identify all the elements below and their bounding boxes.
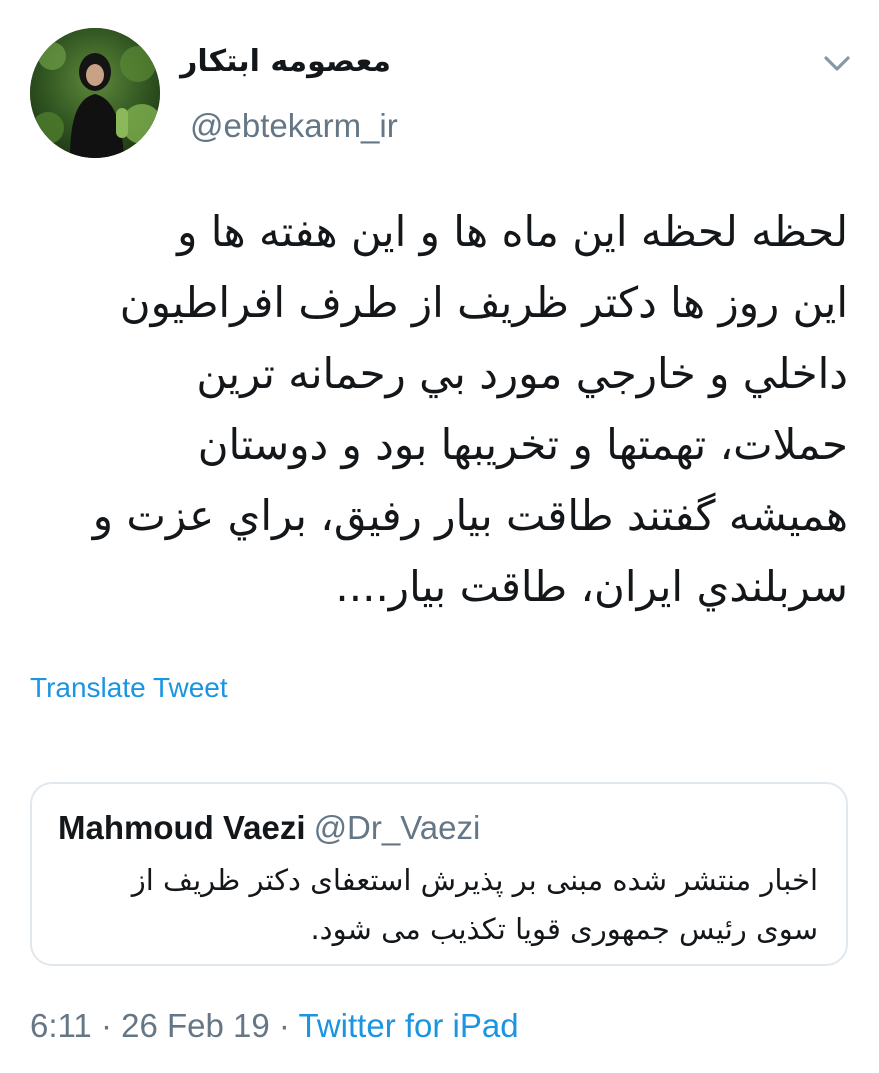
- quoted-tweet-card[interactable]: Mahmoud Vaezi @Dr_Vaezi اخبار منتشر شده م…: [30, 782, 848, 966]
- tweet-date[interactable]: 26 Feb 19: [121, 1007, 270, 1044]
- tweet-line: سربلندي ايران، طاقت بيار....: [335, 562, 848, 611]
- quoted-author-name: Mahmoud Vaezi: [58, 809, 306, 846]
- tweet-time[interactable]: 6:11: [30, 1007, 92, 1044]
- quoted-author-handle: @Dr_Vaezi: [313, 809, 481, 846]
- chevron-down-icon[interactable]: [820, 50, 854, 76]
- translate-tweet-link[interactable]: Translate Tweet: [30, 668, 228, 708]
- quoted-tweet-line: سوی رئیس جمهوری قویا تکذیب می شود.: [310, 912, 818, 946]
- avatar[interactable]: [30, 28, 160, 158]
- tweet-line: حملات، تهمتها و تخريبها بود و دوستان: [197, 420, 848, 469]
- quoted-tweet-line: اخبار منتشر شده مبنی بر پذیرش استعفای دک…: [131, 863, 818, 897]
- meta-separator: ·: [278, 1007, 290, 1044]
- quoted-tweet-header: Mahmoud Vaezi @Dr_Vaezi: [58, 806, 480, 856]
- tweet-meta: 6:11 · 26 Feb 19 · Twitter for iPad: [30, 1004, 519, 1048]
- profile-photo: [30, 28, 160, 158]
- tweet: معصومه ابتکار @ebtekarm_ir لحظه لحظه این…: [0, 0, 879, 1073]
- quoted-tweet-body: اخبار منتشر شده مبنی بر پذیرش استعفای دک…: [58, 856, 818, 954]
- user-handle[interactable]: @ebtekarm_ir: [190, 104, 398, 148]
- tweet-source-link[interactable]: Twitter for iPad: [299, 1007, 519, 1044]
- tweet-line: هميشه گفتند طاقت بيار رفيق، براي عزت و: [92, 491, 848, 540]
- display-name[interactable]: معصومه ابتکار: [180, 40, 391, 84]
- tweet-body: لحظه لحظه این ماه ها و این هفته ها و این…: [30, 196, 848, 622]
- tweet-line: داخلي و خارجي مورد بي رحمانه ترين: [196, 349, 848, 398]
- tweet-line: این روز ها دکتر ظریف از طرف افراطیون: [119, 278, 848, 327]
- meta-separator: ·: [100, 1007, 112, 1044]
- tweet-line: لحظه لحظه این ماه ها و این هفته ها و: [177, 207, 848, 256]
